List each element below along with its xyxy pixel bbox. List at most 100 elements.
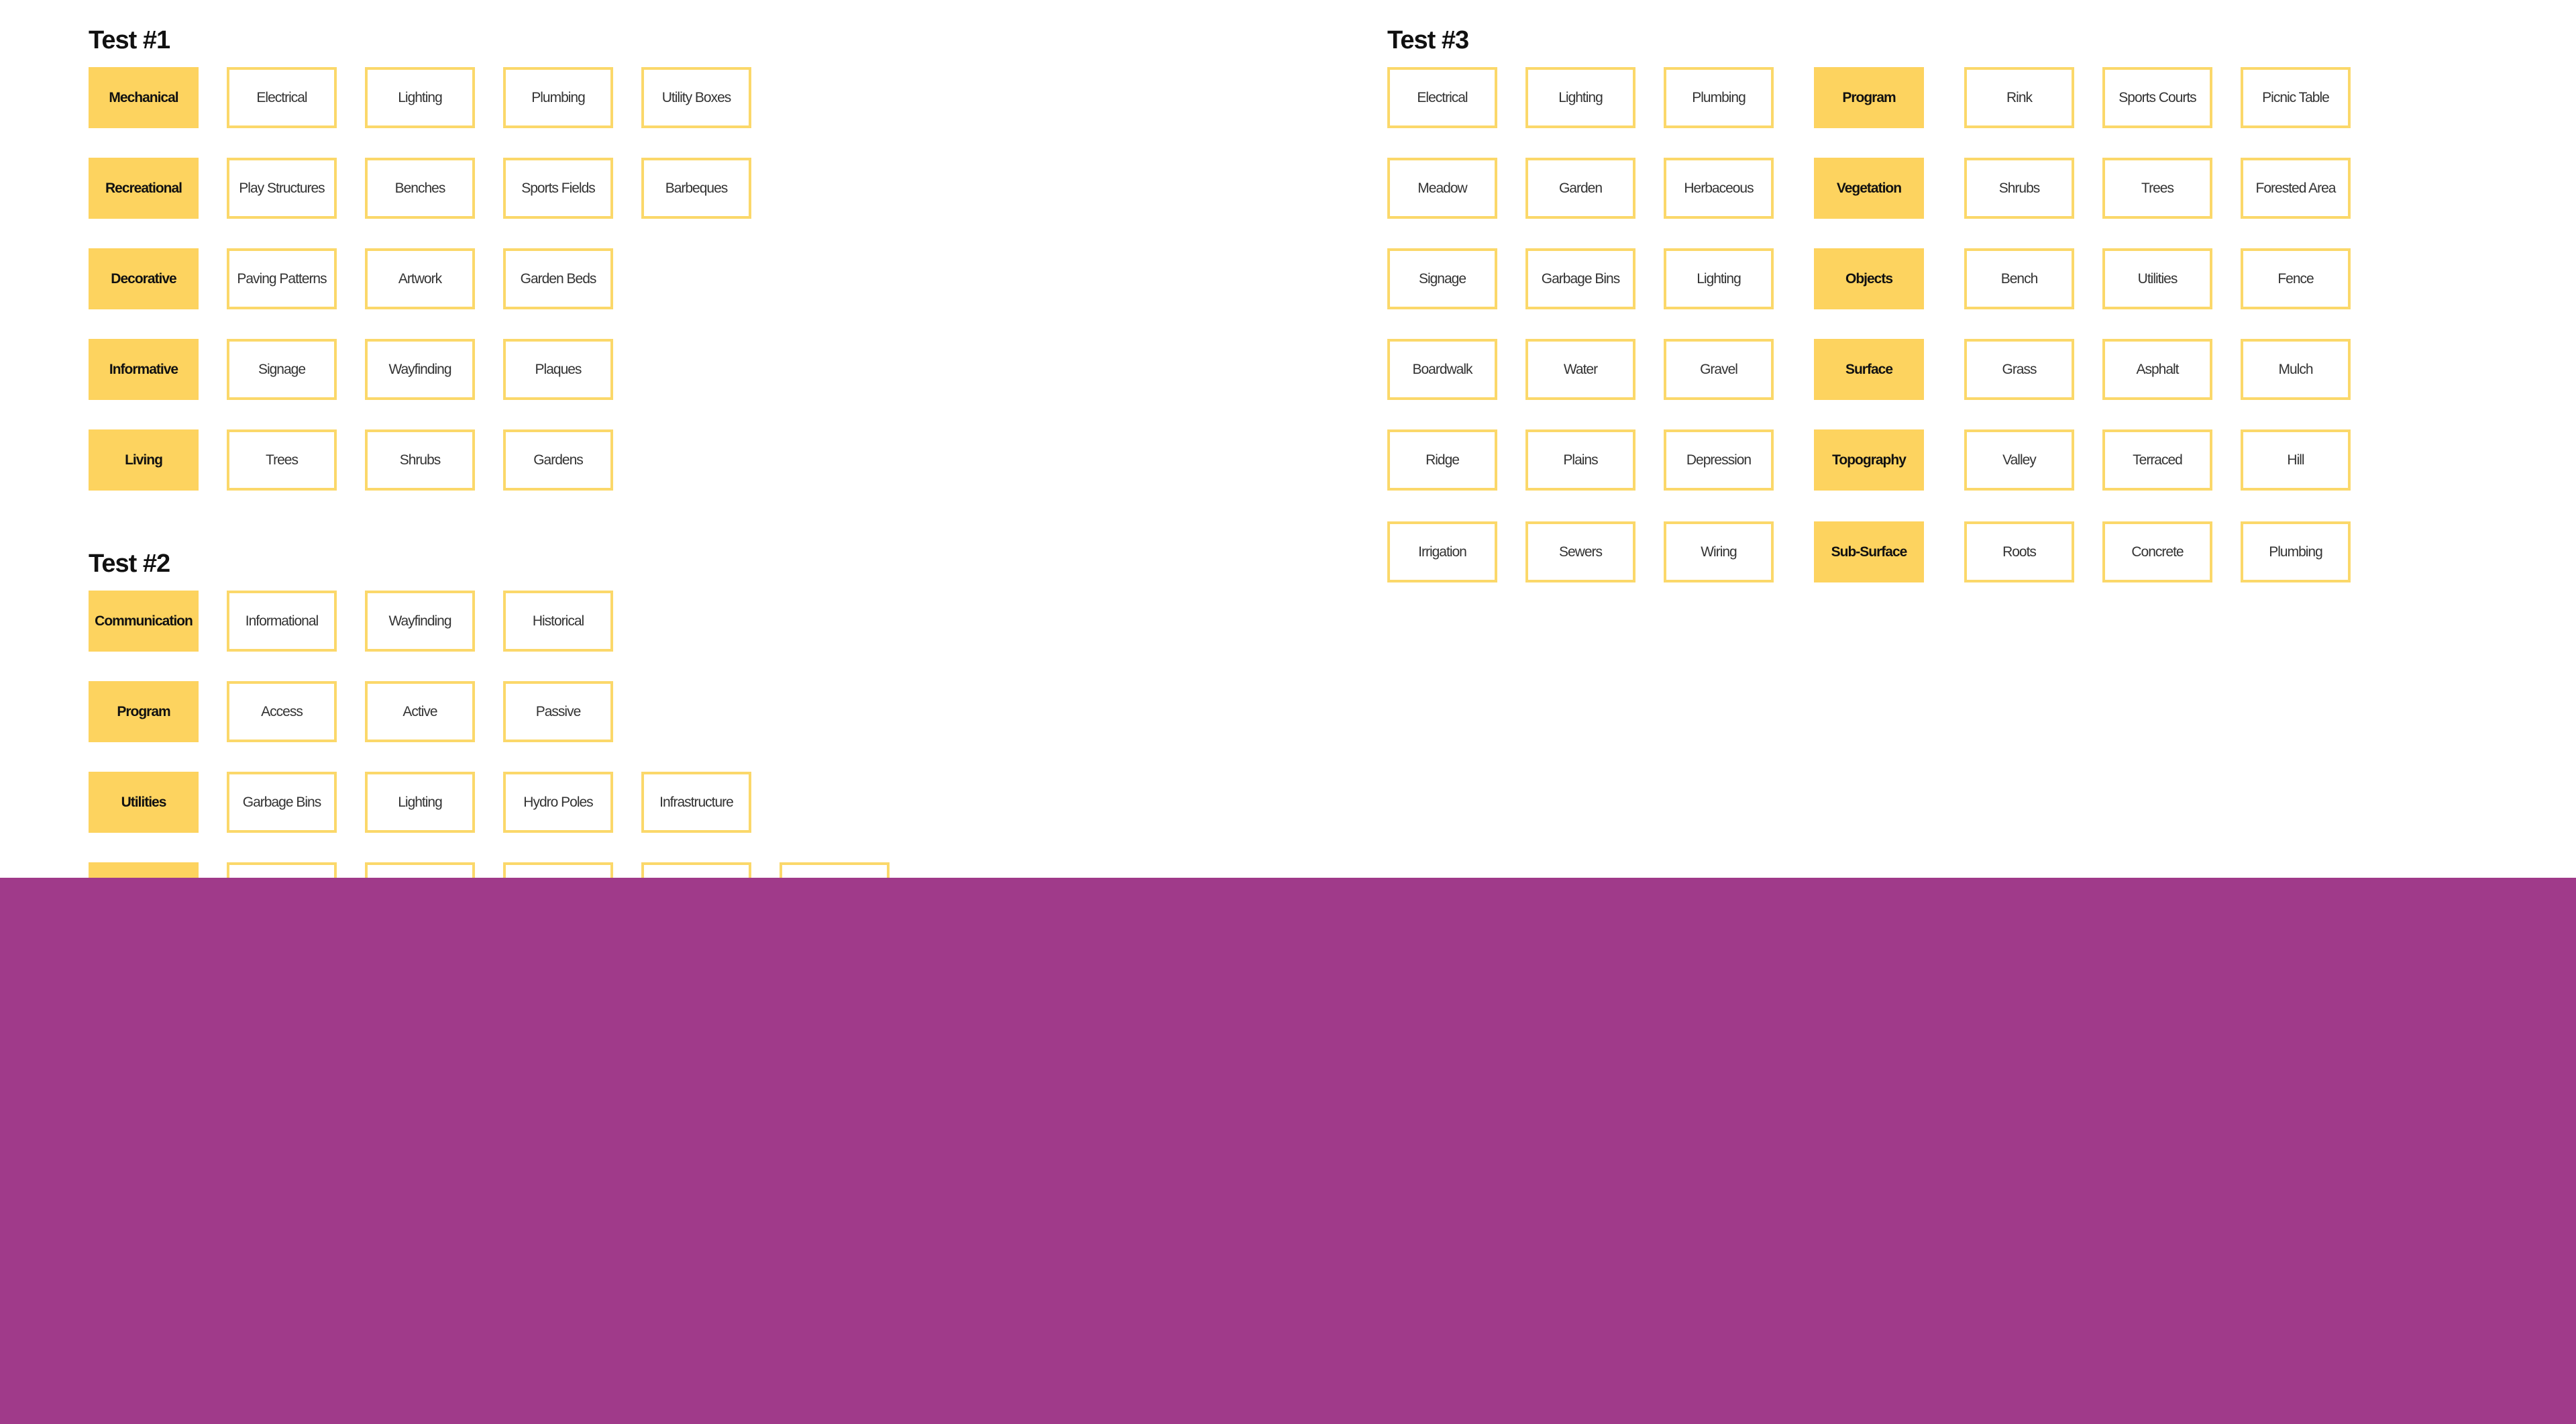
item-card[interactable]: Fence — [2241, 248, 2351, 309]
card-row: Meadow Garden Herbaceous Vegetation Shru… — [1387, 158, 2351, 219]
item-card[interactable]: Paving Patterns — [227, 248, 337, 309]
item-card[interactable]: Lighting — [1664, 248, 1774, 309]
item-card[interactable]: Asphalt — [2102, 339, 2212, 400]
item-card[interactable]: Wayfinding — [365, 339, 475, 400]
item-card[interactable]: Picnic Table — [2241, 67, 2351, 128]
item-card[interactable]: Sports Fields — [503, 158, 613, 219]
item-card[interactable] — [365, 862, 475, 878]
category-card[interactable]: Program — [89, 681, 199, 742]
category-card[interactable]: Living — [89, 429, 199, 491]
card-row: Irrigation Sewers Wiring Sub-Surface Roo… — [1387, 521, 2351, 582]
item-card[interactable]: Trees — [2102, 158, 2212, 219]
item-card[interactable]: Hydro Poles — [503, 772, 613, 833]
item-card[interactable]: Plumbing — [503, 67, 613, 128]
category-card[interactable]: Sub-Surface — [1814, 521, 1924, 582]
item-card[interactable]: Plaques — [503, 339, 613, 400]
item-card[interactable]: Benches — [365, 158, 475, 219]
item-card[interactable]: Roots — [1964, 521, 2074, 582]
item-card[interactable]: Hill — [2241, 429, 2351, 491]
item-card[interactable]: Boardwalk — [1387, 339, 1497, 400]
item-card[interactable]: Bench — [1964, 248, 2074, 309]
item-card[interactable]: Barbeques — [641, 158, 751, 219]
item-card[interactable]: Lighting — [365, 772, 475, 833]
category-card[interactable]: Informative — [89, 339, 199, 400]
card-row: Recreational Play Structures Benches Spo… — [89, 158, 751, 219]
item-card[interactable]: Electrical — [1387, 67, 1497, 128]
category-card[interactable]: Recreational — [89, 158, 199, 219]
item-card[interactable]: Sewers — [1525, 521, 1635, 582]
item-card[interactable]: Active — [365, 681, 475, 742]
category-card[interactable]: Program — [1814, 67, 1924, 128]
item-card[interactable] — [227, 862, 337, 878]
item-card[interactable]: Terraced — [2102, 429, 2212, 491]
item-card[interactable] — [780, 862, 890, 878]
item-card[interactable]: Garden Beds — [503, 248, 613, 309]
item-card[interactable]: Artwork — [365, 248, 475, 309]
item-card[interactable]: Access — [227, 681, 337, 742]
item-card[interactable]: Gardens — [503, 429, 613, 491]
item-card[interactable]: Gravel — [1664, 339, 1774, 400]
item-card[interactable]: Irrigation — [1387, 521, 1497, 582]
purple-overlay-panel — [0, 878, 2576, 1424]
card-row: Communication Informational Wayfinding H… — [89, 591, 890, 652]
item-card[interactable]: Play Structures — [227, 158, 337, 219]
category-card[interactable]: Mechanical — [89, 67, 199, 128]
card-row: Mechanical Electrical Lighting Plumbing … — [89, 67, 751, 128]
category-card[interactable]: Utilities — [89, 772, 199, 833]
item-card[interactable]: Trees — [227, 429, 337, 491]
category-card[interactable]: Topography — [1814, 429, 1924, 491]
item-card[interactable]: Electrical — [227, 67, 337, 128]
item-card[interactable]: Depression — [1664, 429, 1774, 491]
item-card[interactable]: Informational — [227, 591, 337, 652]
item-card[interactable]: Rink — [1964, 67, 2074, 128]
item-card[interactable] — [503, 862, 613, 878]
item-card[interactable]: Infrastructure — [641, 772, 751, 833]
category-card[interactable] — [89, 862, 199, 878]
item-card[interactable]: Wiring — [1664, 521, 1774, 582]
item-card[interactable]: Signage — [227, 339, 337, 400]
item-card[interactable]: Plumbing — [2241, 521, 2351, 582]
item-card[interactable]: Garbage Bins — [227, 772, 337, 833]
card-row: Ridge Plains Depression Topography Valle… — [1387, 429, 2351, 491]
category-card[interactable]: Decorative — [89, 248, 199, 309]
section-test-1: Test #1 Mechanical Electrical Lighting P… — [89, 20, 751, 520]
item-card[interactable]: Valley — [1964, 429, 2074, 491]
item-card[interactable]: Utilities — [2102, 248, 2212, 309]
item-card[interactable]: Wayfinding — [365, 591, 475, 652]
item-card[interactable]: Plains — [1525, 429, 1635, 491]
card-row: Boardwalk Water Gravel Surface Grass Asp… — [1387, 339, 2351, 400]
item-card[interactable]: Shrubs — [365, 429, 475, 491]
item-card[interactable]: Historical — [503, 591, 613, 652]
section-title: Test #2 — [89, 550, 170, 578]
item-card[interactable]: Ridge — [1387, 429, 1497, 491]
item-card[interactable]: Meadow — [1387, 158, 1497, 219]
item-card[interactable]: Concrete — [2102, 521, 2212, 582]
card-row-partial — [89, 862, 890, 878]
board-canvas: Test #1 Mechanical Electrical Lighting P… — [0, 0, 2576, 878]
item-card[interactable]: Herbaceous — [1664, 158, 1774, 219]
item-card[interactable]: Plumbing — [1664, 67, 1774, 128]
item-card[interactable]: Utility Boxes — [641, 67, 751, 128]
card-row: Decorative Paving Patterns Artwork Garde… — [89, 248, 751, 309]
section-title: Test #3 — [1387, 26, 1469, 54]
item-card[interactable]: Shrubs — [1964, 158, 2074, 219]
card-row: Informative Signage Wayfinding Plaques — [89, 339, 751, 400]
item-card[interactable]: Grass — [1964, 339, 2074, 400]
item-card[interactable]: Lighting — [365, 67, 475, 128]
card-row: Signage Garbage Bins Lighting Objects Be… — [1387, 248, 2351, 309]
category-card[interactable]: Surface — [1814, 339, 1924, 400]
item-card[interactable]: Forested Area — [2241, 158, 2351, 219]
item-card[interactable]: Passive — [503, 681, 613, 742]
category-card[interactable]: Communication — [89, 591, 199, 652]
category-card[interactable]: Vegetation — [1814, 158, 1924, 219]
item-card[interactable]: Garden — [1525, 158, 1635, 219]
item-card[interactable]: Sports Courts — [2102, 67, 2212, 128]
item-card[interactable]: Lighting — [1525, 67, 1635, 128]
item-card[interactable] — [641, 862, 751, 878]
item-card[interactable]: Water — [1525, 339, 1635, 400]
item-card[interactable]: Mulch — [2241, 339, 2351, 400]
item-card[interactable]: Signage — [1387, 248, 1497, 309]
category-card[interactable]: Objects — [1814, 248, 1924, 309]
item-card[interactable]: Garbage Bins — [1525, 248, 1635, 309]
section-test-3: Test #3 Electrical Lighting Plumbing Pro… — [1387, 20, 2351, 612]
